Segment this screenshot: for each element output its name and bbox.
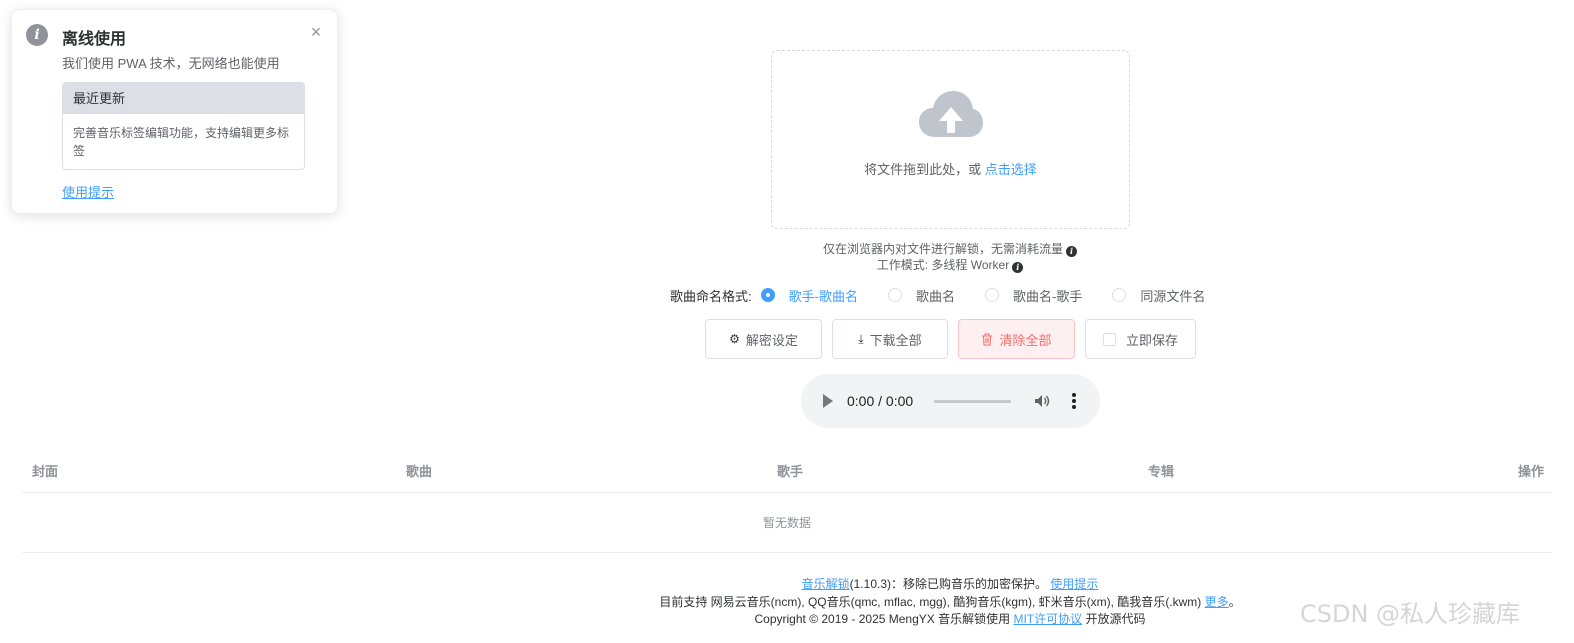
notification-description: 我们使用 PWA 技术，无网络也能使用 [62, 56, 280, 71]
download-icon: ⤓ [858, 331, 864, 346]
radio-label: 歌手-歌曲名 [788, 288, 858, 304]
work-mode-text: 工作模式: 多线程 Worker [876, 258, 1010, 272]
column-header-artist: 歌手 [777, 464, 804, 479]
file-upload-dropzone[interactable]: 将文件拖到此处，或 点击选择 [771, 50, 1130, 229]
upload-instruction: 将文件拖到此处，或 点击选择 [772, 159, 1129, 178]
watermark: CSDN @私人珍藏库 [1300, 600, 1521, 628]
footer-usage-link[interactable]: 使用提示 [1050, 577, 1098, 591]
license-link[interactable]: MIT许可协议 [1013, 612, 1082, 626]
offline-notification: i 离线使用 × 我们使用 PWA 技术，无网络也能使用 最近更新 完善音乐标签… [11, 9, 338, 214]
radio-source-filename[interactable]: 同源文件名 [1112, 286, 1205, 305]
download-all-label: 下载全部 [869, 332, 922, 348]
info-icon[interactable]: i [1012, 262, 1024, 273]
save-now-label: 立即保存 [1125, 332, 1178, 348]
radio-artist-title[interactable]: 歌手-歌曲名 [760, 286, 858, 305]
work-mode-tip: 工作模式: 多线程 Worker i [650, 256, 1250, 273]
player-time: 0:00 / 0:00 [847, 393, 914, 409]
naming-format-group: 歌曲命名格式: 歌手-歌曲名 歌曲名 歌曲名-歌手 同源文件名 [670, 286, 1235, 304]
column-header-cover: 封面 [32, 464, 59, 479]
app-link[interactable]: 音乐解锁 [802, 577, 850, 591]
recent-updates-header: 最近更新 [63, 83, 304, 114]
column-header-album: 专辑 [1148, 464, 1175, 479]
usage-tips-link[interactable]: 使用提示 [62, 182, 114, 201]
copyright-text: Copyright © 2019 - 2025 MengYX 音乐解锁使用 [754, 612, 1011, 626]
local-unlock-tip-text: 仅在浏览器内对文件进行解锁，无需消耗流量 [822, 242, 1063, 256]
radio-label: 歌曲名 [915, 288, 955, 304]
upload-instruction-text: 将文件拖到此处，或 [864, 162, 985, 177]
volume-icon[interactable] [1033, 392, 1051, 410]
recent-updates-card: 最近更新 完善音乐标签编辑功能，支持编辑更多标签 [62, 82, 305, 170]
footer-line-3: Copyright © 2019 - 2025 MengYX 音乐解锁使用 MI… [600, 610, 1300, 627]
radio-title-artist[interactable]: 歌曲名-歌手 [984, 286, 1083, 305]
save-now-checkbox[interactable]: 立即保存 [1085, 319, 1196, 359]
column-header-song: 歌曲 [406, 464, 433, 479]
recent-updates-body: 完善音乐标签编辑功能，支持编辑更多标签 [73, 126, 290, 158]
version-text: (1.10.3)：移除已购音乐的加密保护。 [849, 577, 1047, 591]
more-options-icon[interactable] [1071, 392, 1077, 410]
cloud-upload-icon [919, 91, 983, 137]
local-unlock-tip: 仅在浏览器内对文件进行解锁，无需消耗流量 i [650, 240, 1250, 257]
naming-format-label: 歌曲命名格式: [670, 288, 752, 304]
open-source-text: 开放源代码 [1085, 612, 1146, 626]
decrypt-settings-button[interactable]: ⚙ 解密设定 [705, 319, 822, 359]
gear-icon: ⚙ [729, 332, 740, 346]
clear-all-button[interactable]: 清除全部 [958, 319, 1075, 359]
table-header: 封面 歌曲 歌手 专辑 操作 [22, 445, 1552, 493]
radio-label: 歌曲名-歌手 [1012, 288, 1083, 304]
radio-dot[interactable] [1112, 288, 1127, 302]
decrypt-settings-label: 解密设定 [745, 332, 798, 348]
info-icon: i [26, 24, 48, 46]
trash-icon [982, 332, 993, 346]
checkbox-box[interactable] [1102, 332, 1116, 346]
radio-dot[interactable] [887, 288, 902, 302]
radio-title[interactable]: 歌曲名 [887, 286, 955, 305]
notification-title: 离线使用 [62, 31, 127, 48]
radio-dot[interactable] [760, 288, 775, 302]
footer-line-2: 目前支持 网易云音乐(ncm), QQ音乐(qmc, mflac, mgg), … [600, 593, 1300, 610]
clear-all-label: 清除全部 [999, 332, 1052, 348]
play-icon[interactable] [823, 394, 833, 408]
empty-text: 暂无数据 [762, 516, 811, 530]
close-icon[interactable]: × [308, 23, 324, 41]
audio-player: 0:00 / 0:00 [801, 374, 1100, 428]
column-header-actions: 操作 [1518, 464, 1545, 479]
progress-slider[interactable] [934, 400, 1011, 403]
radio-label: 同源文件名 [1140, 288, 1206, 304]
support-end: 。 [1228, 595, 1241, 609]
pick-file-link[interactable]: 点击选择 [985, 162, 1037, 177]
footer-line-1: 音乐解锁(1.10.3)：移除已购音乐的加密保护。 使用提示 [600, 575, 1300, 592]
more-link[interactable]: 更多 [1205, 595, 1229, 609]
radio-dot[interactable] [984, 288, 999, 302]
table-empty-row: 暂无数据 [22, 493, 1552, 553]
supported-formats-text: 目前支持 网易云音乐(ncm), QQ音乐(qmc, mflac, mgg), … [659, 595, 1202, 609]
download-all-button[interactable]: ⤓ 下载全部 [832, 319, 948, 359]
